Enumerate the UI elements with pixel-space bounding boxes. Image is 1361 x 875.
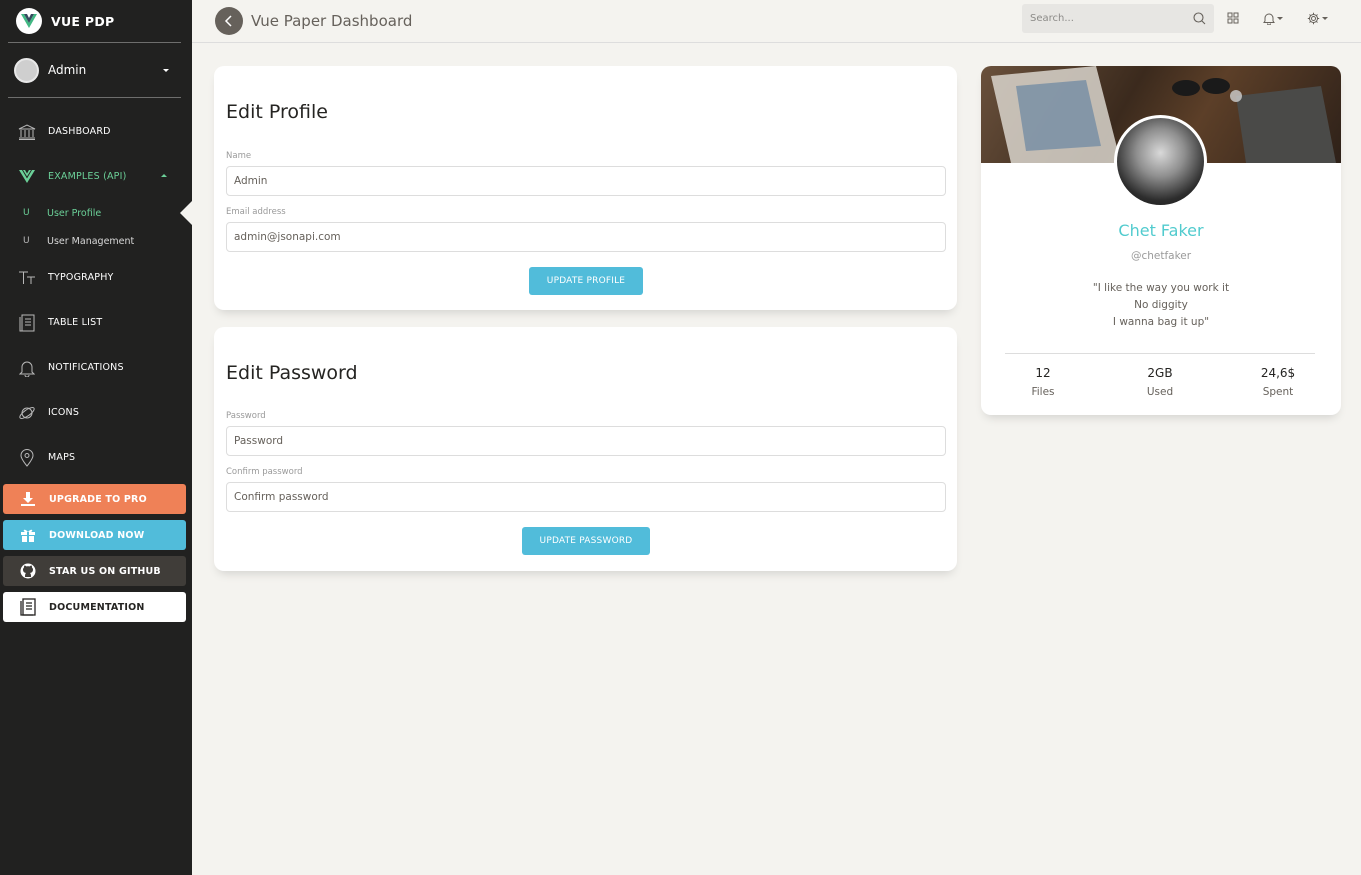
stat-spent: 24,6$ Spent <box>1228 366 1328 398</box>
action-label: DOCUMENTATION <box>49 601 145 613</box>
search-input[interactable]: Search... <box>1022 4 1214 33</box>
edit-password-card: Edit Password Password Password Confirm … <box>214 327 957 571</box>
user-menu[interactable]: Admin <box>8 43 181 98</box>
email-label: Email address <box>226 207 286 217</box>
sidebar-item-label: ICONS <box>48 407 80 418</box>
action-label: UPGRADE TO PRO <box>49 493 147 505</box>
gear-icon <box>1307 12 1320 25</box>
update-profile-button[interactable]: UPDATE PROFILE <box>529 267 643 295</box>
sidebar-item-examples[interactable]: EXAMPLES (API) <box>0 154 192 199</box>
chevron-left-icon <box>224 15 232 27</box>
sidebar-item-label: TYPOGRAPHY <box>48 272 114 283</box>
stat-value: 12 <box>1035 366 1051 380</box>
paper-list-icon <box>18 314 36 332</box>
sidebar-item-icons[interactable]: ICONS <box>0 390 192 435</box>
stat-label: Spent <box>1262 386 1294 398</box>
password-field[interactable]: Password <box>226 426 946 456</box>
bell-icon <box>18 359 36 377</box>
search-icon[interactable] <box>1193 12 1206 28</box>
sidebar-subitem-label: User Management <box>47 235 135 247</box>
confirm-password-field[interactable]: Confirm password <box>226 482 946 512</box>
sidebar-nav: DASHBOARD EXAMPLES (API) U User Profile … <box>0 98 192 480</box>
quote-line: "I like the way you work it <box>1092 282 1230 294</box>
sidebar-subitem-label: User Profile <box>47 207 102 219</box>
caret-down-icon <box>1322 17 1328 20</box>
email-field[interactable]: admin@jsonapi.com <box>226 222 946 252</box>
sidebar-item-notifications[interactable]: NOTIFICATIONS <box>0 345 192 390</box>
page-title: Vue Paper Dashboard <box>251 12 413 30</box>
sidebar-item-label: NOTIFICATIONS <box>48 362 124 373</box>
confirm-password-placeholder: Confirm password <box>234 491 329 503</box>
sidebar-subitem-mini: U <box>23 208 30 218</box>
user-card: Chet Faker @chetfaker "I like the way yo… <box>981 66 1341 415</box>
bank-icon <box>18 123 36 141</box>
caret-down-icon <box>1277 17 1283 20</box>
action-label: STAR US ON GITHUB <box>49 565 161 577</box>
quote-line: No diggity <box>1134 299 1188 311</box>
name-value: Admin <box>234 175 268 187</box>
quote-line: I wanna bag it up" <box>1112 316 1210 328</box>
download-icon <box>19 490 37 508</box>
profile-avatar <box>1114 115 1207 208</box>
sidebar-subitem-mini: U <box>23 236 30 246</box>
confirm-password-label: Confirm password <box>226 467 303 477</box>
user-name: Admin <box>48 63 87 77</box>
sidebar-toggle-button[interactable] <box>215 7 243 35</box>
edit-profile-card: Edit Profile Name Admin Email address ad… <box>214 66 957 310</box>
sidebar-subitem-user-management[interactable]: U User Management <box>0 227 192 255</box>
stat-label: Used <box>1146 386 1174 398</box>
sidebar-item-table-list[interactable]: TABLE LIST <box>0 300 192 345</box>
sidebar-item-label: TABLE LIST <box>48 317 103 328</box>
download-now-button[interactable]: DOWNLOAD NOW <box>3 520 186 550</box>
action-label: DOWNLOAD NOW <box>49 529 145 541</box>
avatar <box>14 57 39 83</box>
profile-name[interactable]: Chet Faker <box>981 221 1341 240</box>
gift-icon <box>19 526 37 544</box>
stat-value: 24,6$ <box>1260 366 1296 380</box>
settings-dropdown[interactable] <box>1307 12 1328 25</box>
grid-icon[interactable] <box>1227 12 1239 24</box>
sidebar-item-dashboard[interactable]: DASHBOARD <box>0 109 192 154</box>
sidebar-item-label: MAPS <box>48 452 76 463</box>
github-icon <box>19 562 37 580</box>
brand[interactable]: VUE PDP <box>8 0 181 43</box>
sidebar-item-maps[interactable]: MAPS <box>0 435 192 480</box>
password-placeholder: Password <box>234 435 284 447</box>
map-pin-icon <box>18 448 36 467</box>
documentation-button[interactable]: DOCUMENTATION <box>3 592 186 622</box>
divider <box>1005 353 1315 354</box>
password-label: Password <box>226 411 266 421</box>
sidebar: VUE PDP Admin DASHBOARD EXAMPLES (API) U… <box>0 0 192 875</box>
stat-used: 2GB Used <box>1110 366 1210 398</box>
document-icon <box>19 598 37 616</box>
caret-up-icon <box>161 174 167 177</box>
notifications-dropdown[interactable] <box>1263 12 1283 25</box>
card-title: Edit Profile <box>226 101 328 123</box>
profile-handle: @chetfaker <box>1130 250 1192 262</box>
vue-icon <box>18 168 36 186</box>
name-label: Name <box>226 151 252 161</box>
stat-label: Files <box>1031 386 1055 398</box>
topbar: Vue Paper Dashboard Search... <box>192 0 1361 43</box>
caret-down-icon <box>163 68 169 72</box>
email-value: admin@jsonapi.com <box>234 231 341 243</box>
upgrade-to-pro-button[interactable]: UPGRADE TO PRO <box>3 484 186 514</box>
typography-icon <box>18 269 36 287</box>
sidebar-item-label: EXAMPLES (API) <box>48 171 127 182</box>
stat-value: 2GB <box>1147 366 1173 380</box>
sidebar-item-typography[interactable]: TYPOGRAPHY <box>0 255 192 300</box>
sidebar-subitem-user-profile[interactable]: U User Profile <box>0 199 192 227</box>
bell-icon <box>1263 13 1275 25</box>
vue-logo-icon <box>16 8 42 34</box>
stat-files: 12 Files <box>993 366 1093 398</box>
profile-quote: "I like the way you work it No diggity I… <box>981 280 1341 331</box>
search-placeholder: Search... <box>1030 13 1074 24</box>
brand-name: VUE PDP <box>51 13 115 29</box>
sidebar-item-label: DASHBOARD <box>48 126 111 137</box>
update-password-button[interactable]: UPDATE PASSWORD <box>522 527 650 555</box>
card-title: Edit Password <box>226 362 358 384</box>
star-on-github-button[interactable]: STAR US ON GITHUB <box>3 556 186 586</box>
planet-icon <box>18 404 36 422</box>
name-field[interactable]: Admin <box>226 166 946 196</box>
